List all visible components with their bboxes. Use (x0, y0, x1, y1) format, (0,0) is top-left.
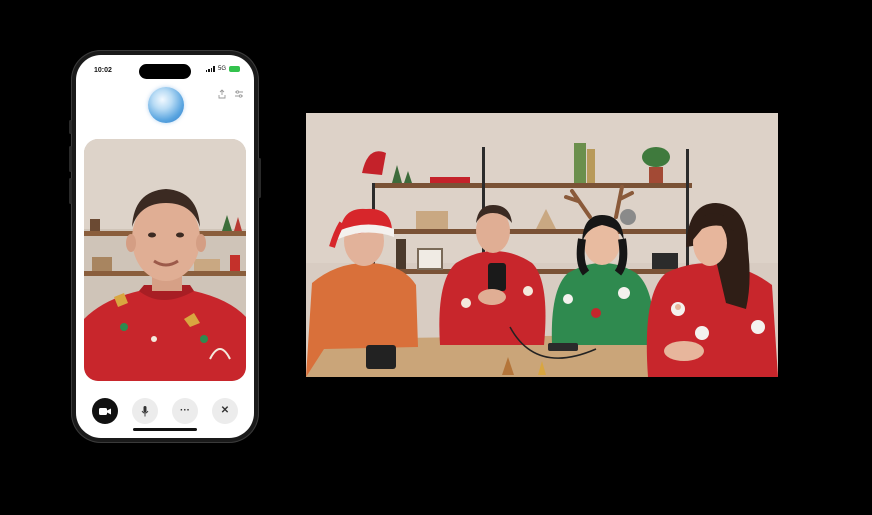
battery-icon (229, 66, 240, 72)
more-button[interactable]: ··· (172, 398, 198, 424)
home-indicator (133, 428, 197, 431)
mic-button[interactable] (132, 398, 158, 424)
status-indicators: 5G (205, 66, 240, 72)
dynamic-island (139, 64, 191, 79)
microphone-icon (141, 405, 149, 416)
selfie-video-image (84, 139, 246, 381)
volume-up-button (69, 146, 72, 172)
share-icon[interactable] (217, 89, 227, 99)
more-icon: ··· (180, 405, 190, 416)
group-camera-feed (306, 113, 778, 377)
sliders-icon[interactable] (234, 89, 244, 99)
camera-toggle-button[interactable] (92, 398, 118, 424)
assistant-orb-icon (148, 87, 184, 123)
volume-down-button (69, 178, 72, 204)
phone-mockup: 10:02 5G ··· ✕ (69, 50, 261, 443)
phone-screen: 10:02 5G ··· ✕ (76, 55, 254, 438)
power-button (258, 158, 261, 198)
status-time: 10:02 (94, 67, 112, 74)
call-controls: ··· ✕ (76, 398, 254, 424)
group-video-image (306, 113, 778, 377)
signal-icon (205, 66, 215, 72)
network-label: 5G (217, 66, 226, 72)
close-icon: ✕ (220, 405, 230, 416)
video-camera-icon (99, 407, 111, 415)
selfie-video-tile (84, 139, 246, 381)
end-call-button[interactable]: ✕ (212, 398, 238, 424)
action-button (69, 120, 72, 134)
